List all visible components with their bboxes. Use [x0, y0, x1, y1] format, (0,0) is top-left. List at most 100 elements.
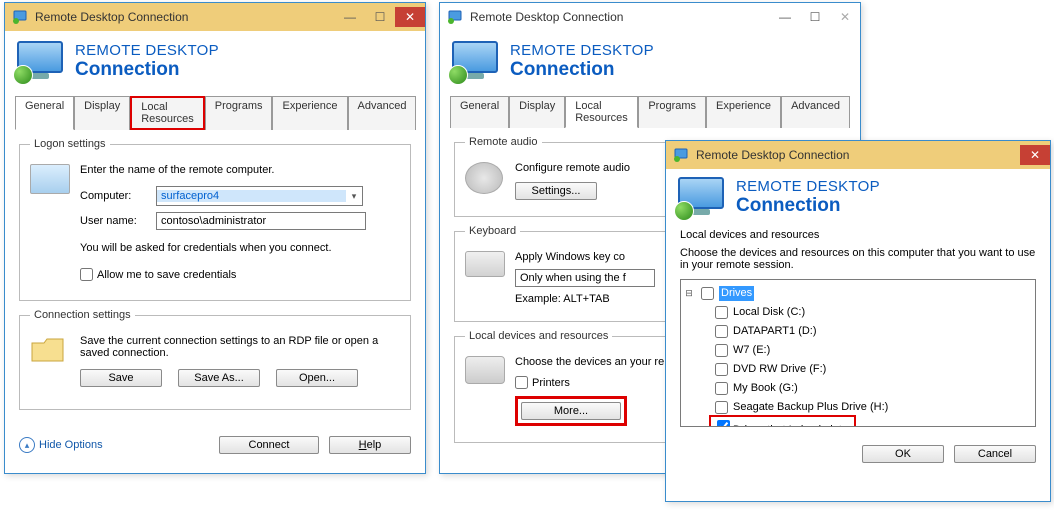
chevron-down-icon[interactable]: ▾	[346, 191, 362, 202]
logon-instruction: Enter the name of the remote computer.	[80, 164, 400, 176]
close-button[interactable]: ✕	[395, 7, 425, 27]
drive-h-checkbox[interactable]	[715, 401, 728, 414]
drive-g-checkbox[interactable]	[715, 382, 728, 395]
allow-save-checkbox[interactable]: Allow me to save credentials	[80, 268, 236, 281]
tree-drive-g[interactable]: My Book (G:)	[733, 381, 798, 396]
connect-button[interactable]: Connect	[219, 436, 319, 454]
header-line2: Connection	[75, 59, 219, 81]
connection-settings-group: Connection settings Save the current con…	[19, 309, 411, 410]
printers-input[interactable]	[515, 376, 528, 389]
titlebar[interactable]: Remote Desktop Connection — ☐ ✕	[5, 3, 425, 31]
maximize-button[interactable]: ☐	[365, 7, 395, 27]
rdc-header-icon	[452, 41, 500, 81]
open-button[interactable]: Open...	[276, 369, 358, 387]
drive-d-checkbox[interactable]	[715, 325, 728, 338]
username-input[interactable]	[156, 212, 366, 230]
rdc-icon	[448, 9, 464, 25]
computer-value: surfacepro4	[157, 190, 346, 202]
drives-checkbox[interactable]	[701, 287, 714, 300]
hide-options-link[interactable]: ▴ Hide Options	[19, 437, 103, 453]
printers-label: Printers	[532, 377, 570, 389]
logon-settings-group: Logon settings Enter the name of the rem…	[19, 138, 411, 301]
save-button[interactable]: Save	[80, 369, 162, 387]
username-label: User name:	[80, 215, 148, 227]
hide-options-label: Hide Options	[39, 439, 103, 451]
section-note: Choose the devices and resources on this…	[680, 247, 1036, 271]
computer-label: Computer:	[80, 190, 148, 202]
tab-display[interactable]: Display	[74, 96, 130, 130]
tree-drive-f[interactable]: DVD RW Drive (F:)	[733, 362, 826, 377]
rdc-window-general: Remote Desktop Connection — ☐ ✕ REMOTE D…	[4, 2, 426, 474]
audio-settings-button[interactable]: Settings...	[515, 182, 597, 200]
logon-legend: Logon settings	[30, 138, 110, 150]
tab-programs[interactable]: Programs	[638, 96, 706, 128]
tab-display[interactable]: Display	[509, 96, 565, 128]
minimize-button[interactable]: —	[335, 7, 365, 27]
rdc-more-dialog: Remote Desktop Connection ✕ REMOTE DESKT…	[665, 140, 1051, 502]
ok-button[interactable]: OK	[862, 445, 944, 463]
section-title: Local devices and resources	[680, 229, 1036, 241]
computer-icon	[30, 164, 72, 194]
credentials-note: You will be asked for credentials when y…	[80, 242, 400, 254]
cancel-button[interactable]: Cancel	[954, 445, 1036, 463]
header: REMOTE DESKTOP Connection	[440, 31, 860, 91]
close-button[interactable]: ✕	[1020, 145, 1050, 165]
allow-save-label: Allow me to save credentials	[97, 269, 236, 281]
more-button-highlight: More...	[515, 396, 627, 426]
titlebar[interactable]: Remote Desktop Connection — ☐ ✕	[440, 3, 860, 31]
plug-later-highlight: Drives that I plug in later	[711, 417, 854, 427]
tree-drive-e[interactable]: W7 (E:)	[733, 343, 770, 358]
tab-advanced[interactable]: Advanced	[348, 96, 417, 130]
tree-drive-d[interactable]: DATAPART1 (D:)	[733, 324, 817, 339]
tab-advanced[interactable]: Advanced	[781, 96, 850, 128]
header-line1: REMOTE DESKTOP	[75, 42, 219, 59]
header: REMOTE DESKTOP Connection	[666, 169, 1050, 221]
window-title: Remote Desktop Connection	[470, 10, 770, 24]
tree-drive-c[interactable]: Local Disk (C:)	[733, 305, 805, 320]
speaker-icon	[465, 162, 507, 194]
save-as-button[interactable]: Save As...	[178, 369, 260, 387]
devices-icon	[465, 356, 507, 384]
audio-legend: Remote audio	[465, 136, 542, 148]
titlebar[interactable]: Remote Desktop Connection ✕	[666, 141, 1050, 169]
plug-later-checkbox[interactable]	[717, 420, 730, 427]
tree-drives[interactable]: Drives	[719, 286, 754, 301]
tab-general[interactable]: General	[450, 96, 509, 128]
tab-general[interactable]: General	[15, 96, 74, 130]
header-line2: Connection	[510, 59, 654, 81]
header-line1: REMOTE DESKTOP	[510, 42, 654, 59]
window-title: Remote Desktop Connection	[696, 148, 1020, 162]
drive-c-checkbox[interactable]	[715, 306, 728, 319]
tab-local-resources[interactable]: Local Resources	[565, 96, 638, 128]
computer-combobox[interactable]: surfacepro4 ▾	[156, 186, 363, 206]
tab-experience[interactable]: Experience	[706, 96, 781, 128]
tab-experience[interactable]: Experience	[272, 96, 347, 130]
drives-tree[interactable]: ⊟ Drives Local Disk (C:) DATAPART1 (D:) W…	[680, 279, 1036, 427]
header-line1: REMOTE DESKTOP	[736, 178, 880, 195]
more-button[interactable]: More...	[521, 402, 621, 420]
rdc-icon	[13, 9, 29, 25]
header-line2: Connection	[736, 195, 880, 217]
minimize-button[interactable]: —	[770, 7, 800, 27]
maximize-button[interactable]: ☐	[800, 7, 830, 27]
chevron-up-icon: ▴	[19, 437, 35, 453]
help-button[interactable]: Help	[329, 436, 411, 454]
drive-f-checkbox[interactable]	[715, 363, 728, 376]
window-title: Remote Desktop Connection	[35, 10, 335, 24]
keyboard-select[interactable]: Only when using the f	[515, 269, 655, 287]
close-button[interactable]: ✕	[830, 7, 860, 27]
rdc-header-icon	[678, 177, 726, 217]
keyboard-icon	[465, 251, 507, 277]
keyboard-legend: Keyboard	[465, 225, 520, 237]
tabs: General Display Local Resources Programs…	[15, 95, 415, 130]
tree-drive-h[interactable]: Seagate Backup Plus Drive (H:)	[733, 400, 888, 415]
drive-e-checkbox[interactable]	[715, 344, 728, 357]
collapse-icon[interactable]: ⊟	[683, 286, 695, 301]
allow-save-input[interactable]	[80, 268, 93, 281]
conn-note: Save the current connection settings to …	[80, 335, 400, 359]
printers-checkbox[interactable]: Printers	[515, 376, 570, 389]
tree-plug-later[interactable]: Drives that I plug in later	[733, 424, 852, 427]
conn-legend: Connection settings	[30, 309, 135, 321]
tab-local-resources[interactable]: Local Resources	[130, 96, 205, 130]
tab-programs[interactable]: Programs	[205, 96, 273, 130]
